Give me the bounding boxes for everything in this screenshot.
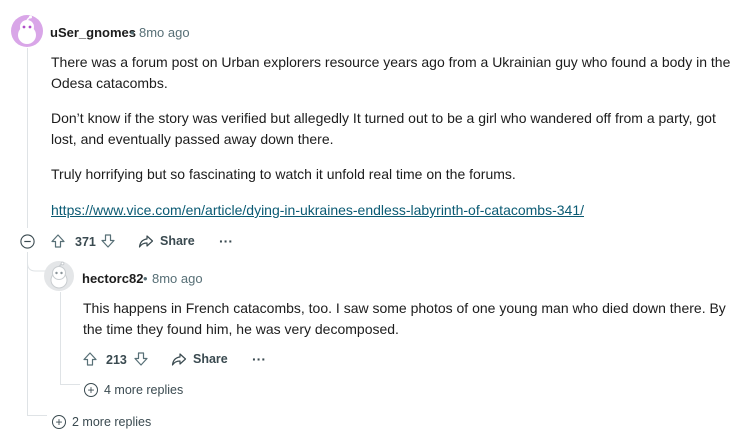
thread-line-main [27, 48, 28, 228]
upvote-button[interactable] [50, 233, 66, 249]
share-icon [138, 235, 154, 248]
overflow-menu-button[interactable]: ··· [219, 233, 233, 249]
collapse-button[interactable] [20, 234, 35, 249]
downvote-button[interactable] [133, 351, 149, 367]
username[interactable]: hectorc82 [82, 271, 143, 286]
thread-line-main-lower [27, 252, 28, 416]
expand-icon: + [52, 415, 66, 429]
thread-line-reply [60, 292, 61, 384]
comment-paragraph: https://www.vice.com/en/article/dying-in… [51, 200, 741, 221]
downvote-icon [101, 234, 115, 248]
upvote-icon [83, 352, 97, 366]
overflow-icon: ··· [219, 233, 233, 249]
snoo-avatar-icon [18, 15, 36, 44]
avatar[interactable] [44, 261, 74, 291]
snoo-avatar-icon [50, 261, 68, 289]
comment-paragraph: There was a forum post on Urban explorer… [51, 54, 731, 91]
comment-paragraph: Don’t know if the story was verified but… [51, 110, 716, 147]
share-button[interactable]: Share [171, 351, 228, 367]
timestamp[interactable]: 8mo ago [139, 25, 190, 40]
thread-line-corner [27, 415, 47, 416]
downvote-icon [134, 352, 148, 366]
meta-separator: • [143, 271, 148, 286]
comment-paragraph: This happens in French catacombs, too. I… [83, 300, 726, 337]
more-replies-button[interactable]: + 2 more replies [52, 415, 151, 429]
timestamp[interactable]: 8mo ago [152, 271, 203, 286]
share-button[interactable]: Share [138, 233, 195, 249]
overflow-menu-button[interactable]: ··· [252, 351, 266, 367]
article-link[interactable]: https://www.vice.com/en/article/dying-in… [51, 202, 584, 218]
comment-paragraph: Truly horrifying but so fascinating to w… [51, 166, 516, 182]
thread-line-reply-corner [60, 384, 80, 385]
upvote-icon [51, 234, 65, 248]
upvote-button[interactable] [82, 351, 98, 367]
vote-count: 371 [75, 235, 96, 249]
meta-separator: • [130, 25, 135, 40]
expand-icon: + [84, 383, 98, 397]
more-replies-button[interactable]: + 4 more replies [84, 383, 183, 397]
avatar[interactable] [11, 15, 43, 47]
collapse-icon [20, 234, 35, 249]
vote-count: 213 [106, 353, 127, 367]
username[interactable]: uSer_gnomes [50, 25, 136, 40]
overflow-icon: ··· [252, 351, 266, 367]
downvote-button[interactable] [100, 233, 116, 249]
share-icon [171, 353, 187, 366]
